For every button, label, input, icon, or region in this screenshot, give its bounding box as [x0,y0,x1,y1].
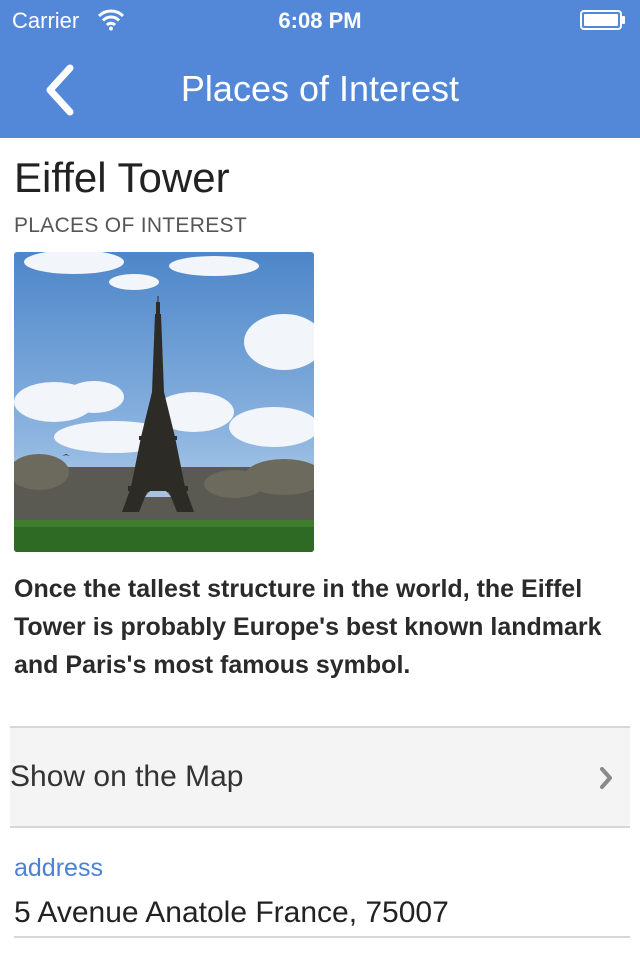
show-on-map-label: Show on the Map [10,760,244,793]
address-value: 5 Avenue Anatole France, 75007 [14,896,449,929]
place-category: PLACES OF INTEREST [14,214,247,237]
page-title: Places of Interest [180,68,460,109]
divider [14,936,630,938]
address-label: address [14,854,103,882]
clock: 6:08 PM [278,8,362,33]
nav-bar: Places of Interest [0,40,640,138]
battery-icon [580,10,625,30]
eiffel-tower-image [14,252,314,552]
place-photo [14,252,314,552]
place-title: Eiffel Tower [14,154,230,201]
chevron-right-icon [600,767,612,789]
status-bar: Carrier 6:08 PM [0,0,640,40]
show-on-map-button[interactable]: Show on the Map [10,726,630,828]
header: Carrier 6:08 PM Places of Interest [0,0,640,138]
place-description: Once the tallest structure in the world,… [14,575,602,679]
